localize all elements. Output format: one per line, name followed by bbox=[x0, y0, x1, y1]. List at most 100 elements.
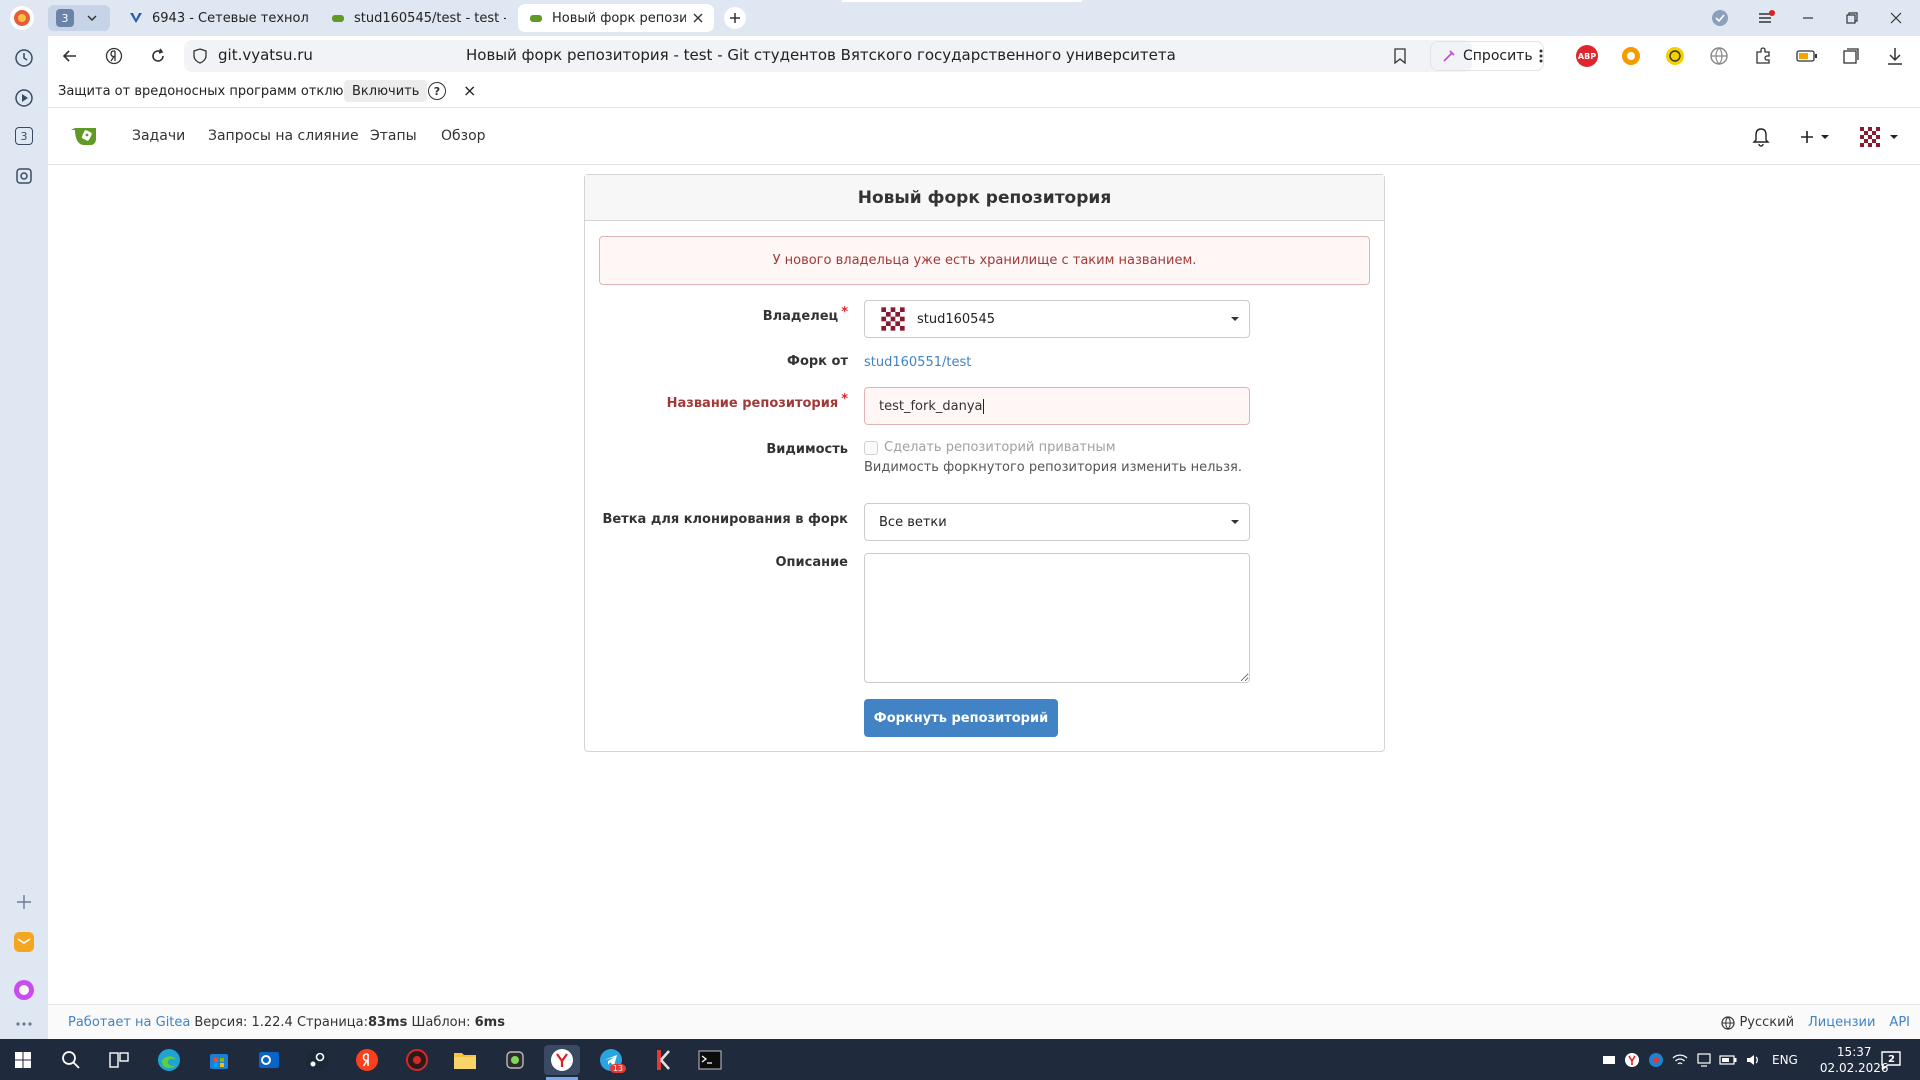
abp-label: ABP bbox=[1577, 51, 1597, 61]
microsoft-store-icon[interactable] bbox=[204, 1045, 234, 1075]
notifications-center-icon[interactable]: 2 bbox=[1876, 1045, 1906, 1075]
new-tab-button[interactable] bbox=[724, 7, 746, 29]
kebab-icon[interactable] bbox=[1533, 46, 1549, 66]
repo-name-input[interactable]: test_fork_danya bbox=[864, 387, 1250, 425]
battery-saver-icon[interactable] bbox=[1796, 45, 1818, 67]
bookmark-icon[interactable] bbox=[1390, 46, 1410, 66]
vpn-globe-icon[interactable] bbox=[1708, 45, 1730, 67]
private-checkbox[interactable] bbox=[864, 440, 878, 455]
kompas-app-icon[interactable] bbox=[646, 1045, 676, 1075]
description-label: Описание bbox=[775, 555, 848, 570]
address-domain[interactable]: git.vyatsu.ru bbox=[218, 46, 313, 64]
downloads-icon[interactable] bbox=[1884, 45, 1906, 67]
telegram-icon[interactable]: 13 bbox=[596, 1045, 626, 1075]
gitea-logo-icon[interactable] bbox=[68, 122, 100, 150]
extension-orange-icon[interactable] bbox=[1620, 45, 1642, 67]
browser-logo-icon[interactable] bbox=[10, 6, 34, 30]
extension-yellow-icon[interactable] bbox=[1664, 45, 1686, 67]
nav-explore[interactable]: Обзор bbox=[441, 108, 486, 165]
menu-icon[interactable] bbox=[1756, 8, 1776, 28]
chevron-down-icon bbox=[86, 12, 98, 24]
yandex-browser-icon[interactable] bbox=[352, 1045, 382, 1075]
browser-tab-bar: 3 6943 - Сетевые технологии stud160545/t… bbox=[0, 0, 1920, 36]
vyatsu-favicon-icon bbox=[128, 10, 144, 26]
tab-group-button[interactable]: 3 bbox=[48, 5, 110, 31]
create-new-plus-icon[interactable] bbox=[1798, 126, 1834, 148]
more-icon[interactable] bbox=[12, 1012, 36, 1036]
add-panel-icon[interactable] bbox=[12, 890, 36, 914]
battery-icon[interactable] bbox=[1716, 1054, 1740, 1065]
start-windows-icon[interactable] bbox=[8, 1045, 38, 1075]
gitea-navbar: Задачи Запросы на слияние Этапы Обзор bbox=[48, 108, 1920, 165]
yandex-icon[interactable] bbox=[104, 46, 124, 66]
game-app-icon[interactable] bbox=[402, 1045, 432, 1075]
volume-icon[interactable] bbox=[1740, 1053, 1766, 1067]
dropdown-caret-icon bbox=[1231, 317, 1239, 321]
collections-icon[interactable] bbox=[1840, 45, 1862, 67]
edge-browser-icon[interactable] bbox=[154, 1045, 184, 1075]
tab-2[interactable]: stud160545/test - test - Git bbox=[320, 4, 516, 32]
owner-dropdown[interactable]: stud160545 bbox=[864, 300, 1250, 338]
fork-repository-button[interactable]: Форкнуть репозиторий bbox=[864, 699, 1058, 737]
branch-label: Ветка для клонирования в форк bbox=[602, 512, 848, 527]
screenshot-icon[interactable] bbox=[12, 164, 36, 188]
telegram-badge: 13 bbox=[609, 1064, 626, 1073]
input-language[interactable]: ENG bbox=[1772, 1053, 1798, 1067]
tray-antivirus-icon[interactable] bbox=[1644, 1052, 1668, 1068]
nav-issues[interactable]: Задачи bbox=[132, 108, 185, 165]
notice-text: Защита от вредоносных программ отключена bbox=[58, 84, 376, 99]
branch-dropdown[interactable]: Все ветки bbox=[864, 503, 1250, 541]
tab-1[interactable]: 6943 - Сетевые технологии bbox=[118, 4, 318, 32]
ask-ai-button[interactable]: Спросить bbox=[1430, 41, 1544, 71]
user-avatar-menu[interactable] bbox=[1858, 124, 1906, 150]
extensions-puzzle-icon[interactable] bbox=[1752, 45, 1774, 67]
fork-from-link[interactable]: stud160551/test bbox=[864, 355, 971, 370]
site-info-shield-icon[interactable] bbox=[190, 46, 210, 66]
nav-milestones[interactable]: Этапы bbox=[370, 108, 417, 165]
powered-by-gitea-link[interactable]: Работает на Gitea bbox=[68, 1015, 190, 1030]
close-notice-icon[interactable]: × bbox=[463, 81, 476, 100]
repo-name-label: Название репозитория bbox=[667, 396, 848, 411]
back-icon[interactable] bbox=[60, 46, 80, 66]
task-view-icon[interactable] bbox=[104, 1045, 134, 1075]
close-window-icon[interactable] bbox=[1886, 8, 1906, 28]
history-icon[interactable] bbox=[12, 46, 36, 70]
tab-title: 6943 - Сетевые технологии bbox=[152, 10, 308, 26]
visibility-note: Видимость форкнутого репозитория изменит… bbox=[864, 460, 1242, 475]
minimize-icon[interactable] bbox=[1798, 8, 1818, 28]
restore-icon[interactable] bbox=[1842, 8, 1862, 28]
protect-shield-icon[interactable] bbox=[1710, 8, 1730, 28]
tabs-counter-icon[interactable]: 3 bbox=[12, 124, 36, 148]
nav-pull-requests[interactable]: Запросы на слияние bbox=[208, 108, 359, 165]
enable-protection-button[interactable]: Включить bbox=[344, 80, 428, 102]
form-title: Новый форк репозитория bbox=[585, 175, 1384, 221]
steam-icon[interactable] bbox=[302, 1045, 332, 1075]
description-textarea[interactable] bbox=[864, 553, 1250, 683]
help-icon[interactable]: ? bbox=[428, 82, 446, 100]
language-selector[interactable]: Русский bbox=[1739, 1015, 1794, 1030]
tray-yandex-icon[interactable] bbox=[1620, 1052, 1644, 1068]
reload-icon[interactable] bbox=[148, 46, 168, 66]
media-play-icon[interactable] bbox=[12, 86, 36, 110]
terminal-icon[interactable] bbox=[694, 1045, 726, 1075]
address-page-title: Новый форк репозитория - test - Git студ… bbox=[466, 46, 1176, 64]
alice-assistant-icon[interactable] bbox=[12, 978, 36, 1002]
mail-icon[interactable] bbox=[12, 930, 36, 954]
malware-notice-bar: Защита от вредоносных программ отключена… bbox=[48, 76, 1920, 108]
search-icon[interactable] bbox=[56, 1045, 86, 1075]
adblock-extension-icon[interactable]: ABP bbox=[1576, 45, 1598, 67]
display-icon[interactable] bbox=[1692, 1052, 1716, 1067]
tab-3-active[interactable]: Новый форк репозитория bbox=[518, 4, 714, 32]
tray-app-icon[interactable] bbox=[1598, 1052, 1620, 1068]
api-link[interactable]: API bbox=[1889, 1015, 1910, 1030]
app-chip-icon[interactable] bbox=[500, 1045, 530, 1075]
licenses-link[interactable]: Лицензии bbox=[1808, 1015, 1875, 1030]
notifications-bell-icon[interactable] bbox=[1750, 126, 1772, 148]
network-icon[interactable] bbox=[1668, 1053, 1692, 1067]
yandex-browser-active-icon[interactable] bbox=[544, 1045, 580, 1075]
text-cursor bbox=[982, 398, 984, 414]
close-tab-icon[interactable] bbox=[692, 12, 704, 24]
globe-icon bbox=[1721, 1015, 1736, 1030]
file-explorer-icon[interactable] bbox=[450, 1045, 480, 1075]
outlook-icon[interactable] bbox=[254, 1045, 284, 1075]
